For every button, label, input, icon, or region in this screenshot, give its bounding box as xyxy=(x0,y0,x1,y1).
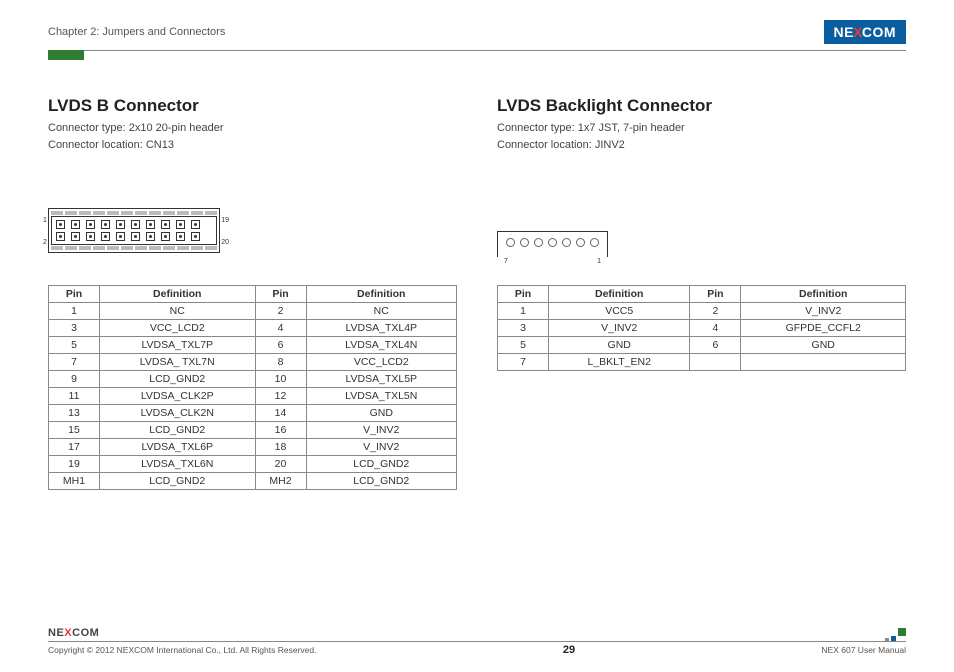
connector-location-left: Connector location: CN13 xyxy=(48,137,457,154)
manual-name: NEX 607 User Manual xyxy=(821,645,906,655)
brand-logo: NEXCOM xyxy=(824,20,906,44)
connector-type-right: Connector type: 1x7 JST, 7-pin header xyxy=(497,120,906,137)
pin-table-lvds-b: PinDefinitionPinDefinition 1NC2NC3VCC_LC… xyxy=(48,285,457,490)
connector-location-right: Connector location: JINV2 xyxy=(497,137,906,154)
chapter-label: Chapter 2: Jumpers and Connectors xyxy=(48,26,225,38)
connector-type-left: Connector type: 2x10 20-pin header xyxy=(48,120,457,137)
copyright: Copyright © 2012 NEXCOM International Co… xyxy=(48,645,316,655)
section-tab xyxy=(48,50,84,60)
footer-logo: NEXCOM xyxy=(48,627,906,639)
connector-diagram-1x7: 7 1 xyxy=(497,231,608,253)
section-title-backlight: LVDS Backlight Connector xyxy=(497,96,906,116)
page-number: 29 xyxy=(563,644,575,656)
pin-table-backlight: PinDefinitionPinDefinition 1VCC52V_INV23… xyxy=(497,285,906,371)
connector-diagram-2x10: 1 2 19 20 xyxy=(48,208,220,253)
section-title-lvds-b: LVDS B Connector xyxy=(48,96,457,116)
